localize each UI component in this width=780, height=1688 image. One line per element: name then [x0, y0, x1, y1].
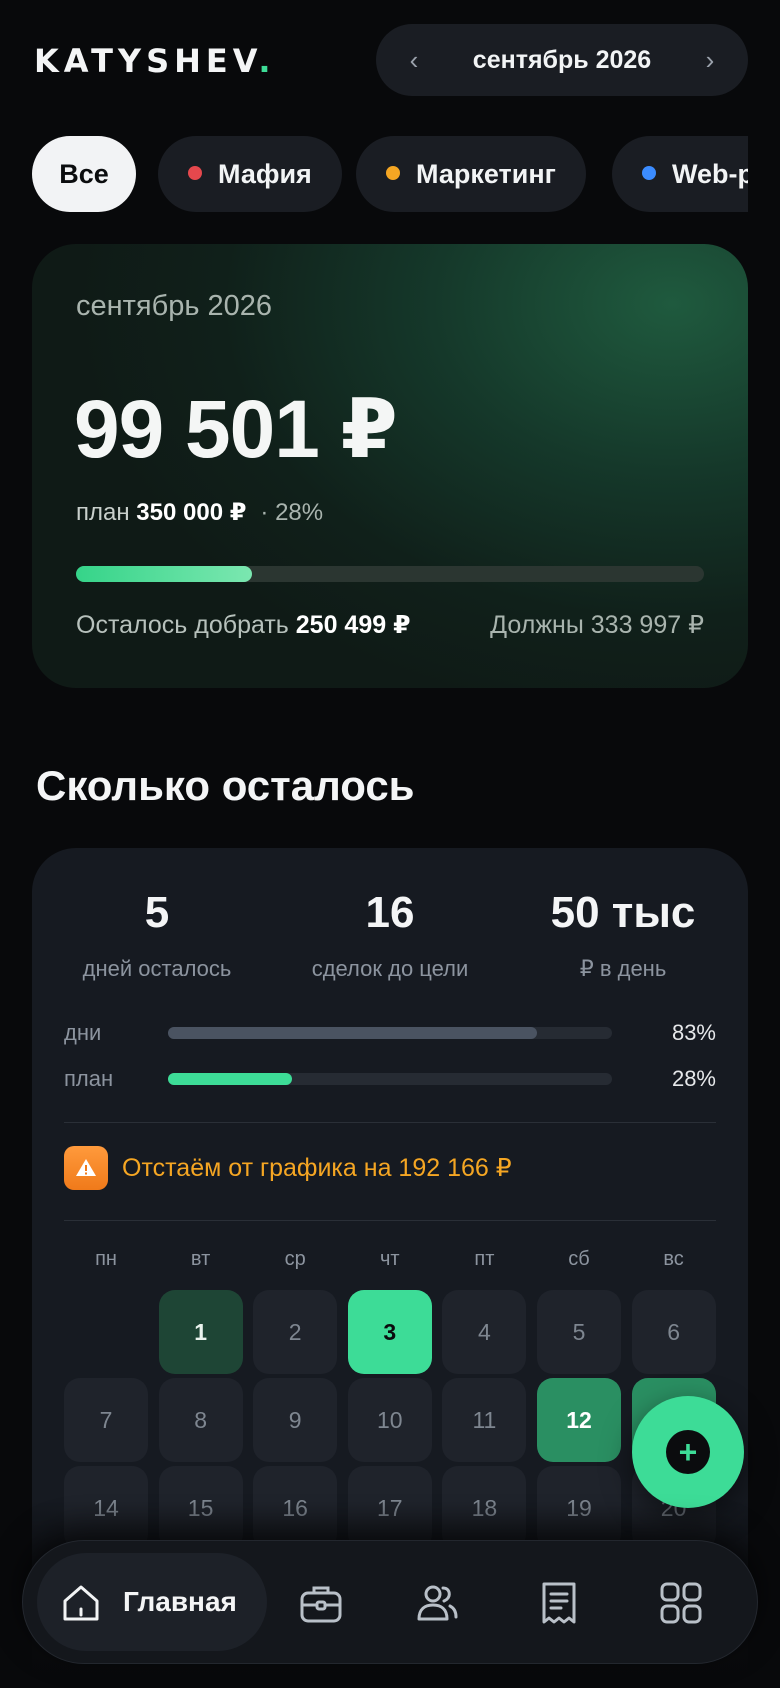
calendar-day[interactable]: 4 [442, 1290, 527, 1374]
calendar-day[interactable]: 7 [64, 1378, 148, 1462]
behind-schedule-alert: Отстаём от графика на 192 166 ₽ [64, 1146, 716, 1192]
calendar-day[interactable]: 9 [253, 1378, 338, 1462]
weekday-label: вс [663, 1248, 684, 1270]
calendar-day[interactable]: 6 [631, 1290, 716, 1374]
plan-progress-row: план 28% [64, 1066, 716, 1091]
chevron-left-icon[interactable]: ‹ [384, 24, 444, 96]
users-icon[interactable] [413, 1579, 461, 1627]
calendar-day[interactable]: 1 [158, 1290, 243, 1374]
grid-icon[interactable] [657, 1579, 705, 1627]
home-icon [63, 1585, 99, 1621]
calendar-day[interactable]: 5 [537, 1290, 621, 1374]
calendar-day[interactable]: 2 [253, 1290, 338, 1374]
owed-amount: Должны 333 997 ₽ [490, 611, 704, 639]
days-progress-fill [168, 1027, 537, 1039]
category-dot [642, 166, 656, 180]
chevron-right-icon[interactable]: › [680, 24, 740, 96]
month-label: сентябрь 2026 [472, 46, 652, 74]
filter-chip-all[interactable]: Все [32, 136, 136, 212]
filter-chip-mafia[interactable]: Мафия [158, 136, 342, 212]
briefcase-icon[interactable] [297, 1579, 345, 1627]
weekday-label: ср [284, 1248, 306, 1270]
filter-chips: Все Мафия Маркетинг Web-р [32, 136, 748, 212]
calendar-day[interactable]: 8 [158, 1378, 243, 1462]
stat-deals: 16 сделок до цели [311, 888, 469, 981]
hero-amount: 99 501 ₽ [74, 384, 398, 475]
warning-icon [64, 1146, 108, 1190]
bottom-tab-bar: Главная [22, 1540, 758, 1664]
app-header: KATYSHEV. ‹ сентябрь 2026 › [0, 0, 780, 120]
revenue-card[interactable]: сентябрь 2026 99 501 ₽ план 350 000 ₽ · 2… [32, 244, 748, 688]
hero-period: сентябрь 2026 [76, 290, 273, 322]
calendar-day[interactable]: 11 [442, 1378, 527, 1462]
calendar-day[interactable]: 3 [347, 1290, 432, 1374]
logo[interactable]: KATYSHEV. [34, 42, 276, 80]
divider [64, 1122, 716, 1123]
receipt-icon[interactable] [535, 1579, 583, 1627]
weekday-label: пт [474, 1248, 495, 1270]
category-dot [386, 166, 400, 180]
stat-per-day: 50 тыс ₽ в день [550, 888, 696, 981]
stat-days: 5 дней осталось [82, 888, 232, 981]
add-button[interactable]: + [632, 1396, 744, 1508]
category-dot [188, 166, 202, 180]
divider [64, 1220, 716, 1221]
weekday-label: пн [95, 1248, 117, 1270]
calendar-day[interactable]: 10 [347, 1378, 432, 1462]
filter-chip-web[interactable]: Web-р [612, 136, 748, 212]
calendar-day[interactable]: 12 [537, 1378, 621, 1462]
remaining-to-collect: Осталось добрать 250 499 ₽ [76, 611, 411, 639]
weekday-label: сб [568, 1248, 590, 1270]
weekday-label: вт [190, 1248, 211, 1270]
plan-progress-bar [76, 566, 704, 582]
weekday-label: чт [380, 1248, 400, 1270]
month-switcher: ‹ сентябрь 2026 › [376, 24, 748, 96]
days-progress-row: дни 83% [64, 1020, 716, 1045]
plan-progress-fill [168, 1073, 293, 1085]
plus-icon: + [666, 1430, 710, 1474]
hero-plan: план 350 000 ₽ · 28% [76, 499, 324, 526]
section-title: Сколько осталось [36, 762, 415, 809]
weekday-header: пн вт ср чт пт сб вс [64, 1248, 716, 1278]
plan-progress-fill [76, 566, 252, 582]
filter-chip-marketing[interactable]: Маркетинг [356, 136, 586, 212]
tab-home[interactable]: Главная [37, 1553, 267, 1651]
